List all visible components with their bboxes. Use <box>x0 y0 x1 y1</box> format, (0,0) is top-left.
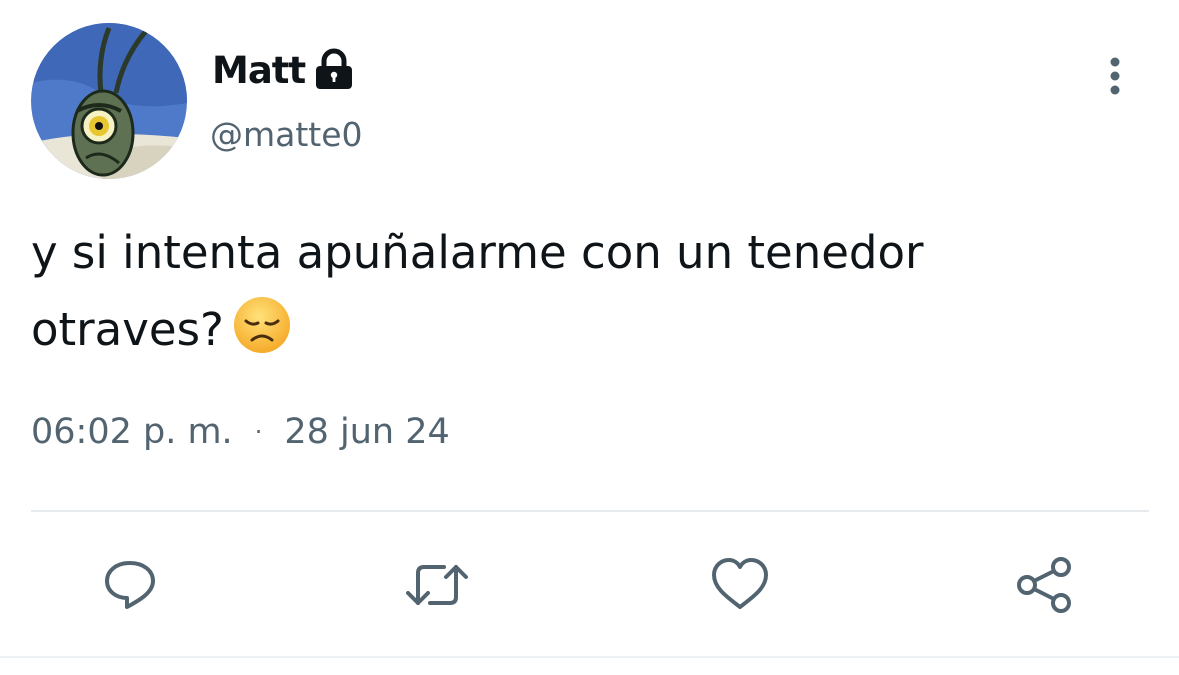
tweet-text-line-2: otraves? <box>31 303 224 356</box>
tweet-time[interactable]: 06:02 p. m. <box>31 412 233 452</box>
meta-separator: · <box>254 418 263 446</box>
tweet-metadata: 06:02 p. m. · 28 jun 24 <box>31 412 450 452</box>
lock-icon <box>313 47 355 93</box>
display-name[interactable]: Matt <box>212 49 306 92</box>
bottom-divider <box>0 656 1179 658</box>
tweet-text: y si intenta apuñalarme con un tenedor o… <box>31 214 1131 368</box>
tweet-text-line-1: y si intenta apuñalarme con un tenedor <box>31 226 924 279</box>
tweet-text-line-2-wrapper: otraves? <box>31 291 1131 368</box>
more-options-button[interactable] <box>1092 50 1138 102</box>
share-button[interactable] <box>1011 552 1077 618</box>
like-button[interactable] <box>707 552 773 618</box>
avatar[interactable] <box>31 23 187 179</box>
divider <box>31 510 1149 512</box>
tweet-date[interactable]: 28 jun 24 <box>284 412 449 452</box>
author-name-row: Matt <box>212 42 355 98</box>
share-icon <box>1017 557 1071 613</box>
disappointed-face-emoji-icon <box>232 295 292 355</box>
heart-icon <box>712 558 768 609</box>
retweet-icon <box>406 565 468 605</box>
more-vertical-icon <box>1110 57 1120 95</box>
reply-icon <box>105 561 155 609</box>
handle[interactable]: @matte0 <box>210 115 363 154</box>
reply-button[interactable] <box>97 552 163 618</box>
retweet-button[interactable] <box>404 552 470 618</box>
